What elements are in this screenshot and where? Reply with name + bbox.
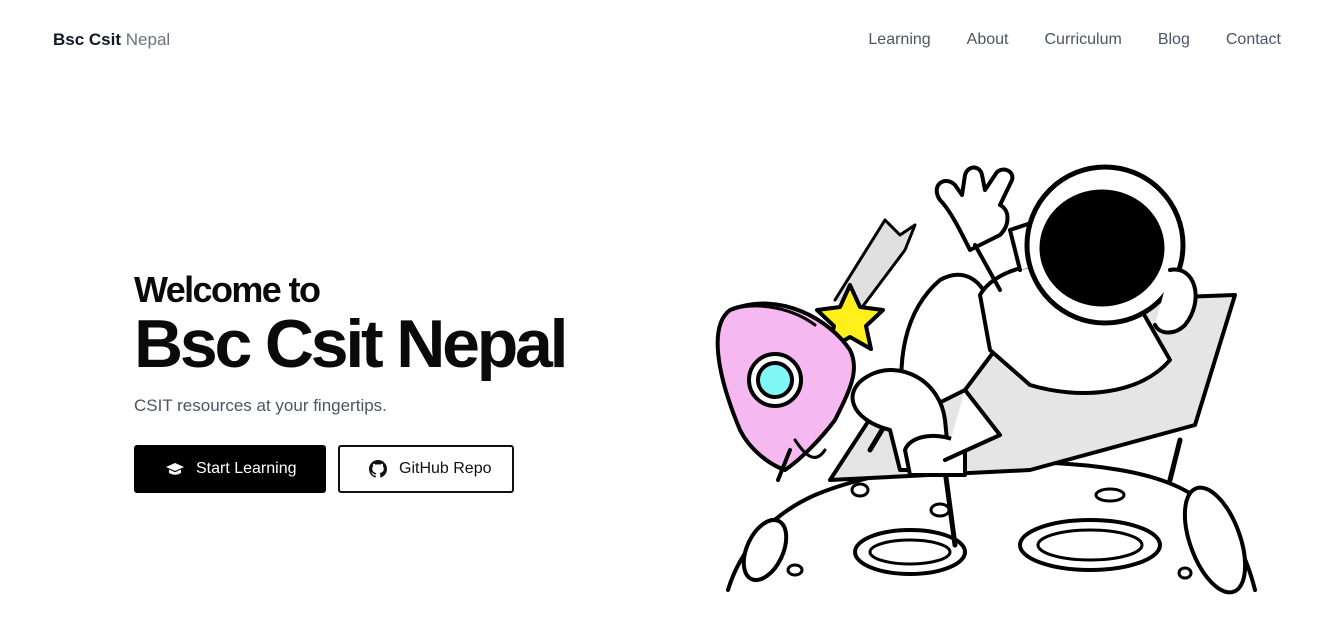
brand-logo[interactable]: Bsc Csit Nepal bbox=[53, 29, 170, 51]
nav-item-blog[interactable]: Blog bbox=[1158, 29, 1190, 51]
brand-name-bold: Bsc Csit bbox=[53, 30, 122, 49]
nav-item-contact[interactable]: Contact bbox=[1226, 29, 1281, 51]
nav-item-learning[interactable]: Learning bbox=[868, 29, 930, 51]
start-learning-button[interactable]: Start Learning bbox=[134, 445, 326, 493]
github-repo-label: GitHub Repo bbox=[399, 460, 492, 477]
nav-item-about[interactable]: About bbox=[967, 29, 1009, 51]
brand-name-light: Nepal bbox=[125, 30, 171, 49]
github-icon bbox=[367, 458, 389, 480]
book-icon bbox=[164, 458, 186, 480]
navbar: Bsc Csit Nepal Learning About Curriculum… bbox=[0, 0, 1343, 80]
hero-title: Bsc Csit Nepal bbox=[134, 306, 569, 382]
start-learning-label: Start Learning bbox=[196, 460, 297, 477]
astronaut-illustration bbox=[700, 150, 1300, 610]
nav-item-curriculum[interactable]: Curriculum bbox=[1044, 29, 1121, 51]
hero-tagline: CSIT resources at your fingertips. bbox=[134, 396, 387, 415]
hero-section: Welcome to Bsc Csit Nepal CSIT resources… bbox=[134, 268, 569, 493]
main-nav: Learning About Curriculum Blog Contact bbox=[832, 29, 1281, 51]
hero-buttons: Start Learning GitHub Repo bbox=[134, 445, 565, 493]
github-repo-button[interactable]: GitHub Repo bbox=[338, 445, 514, 493]
